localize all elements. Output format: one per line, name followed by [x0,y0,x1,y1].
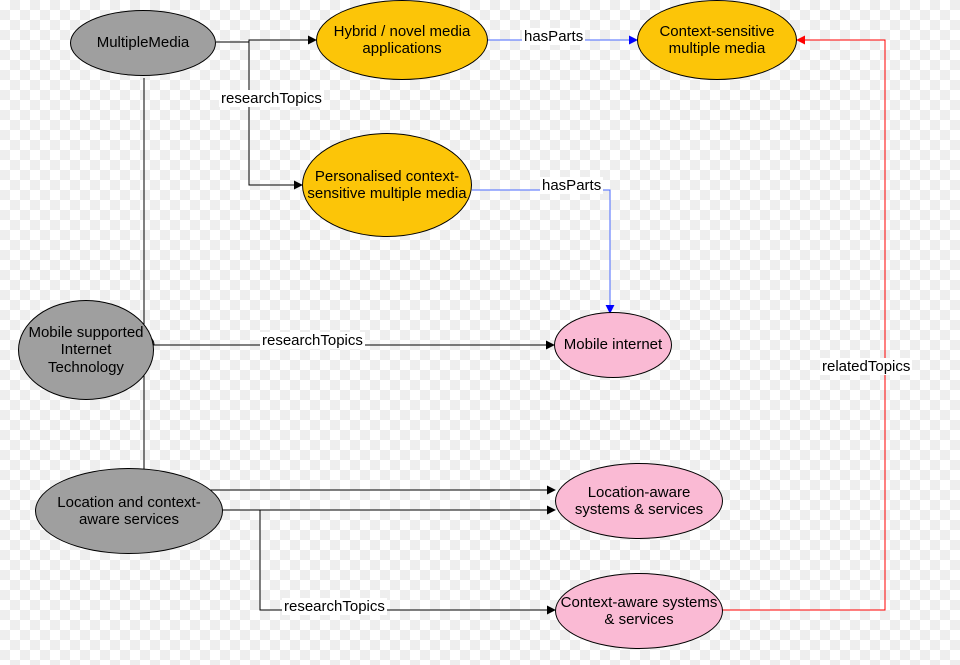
diagram-canvas: MultipleMedia Hybrid / novel media appli… [0,0,960,665]
node-mobile-internet: Mobile internet [554,312,672,378]
node-personalised-context-sensitive-multiple-media: Personalised context-sensitive multiple … [302,133,472,237]
edge-label-has-parts: hasParts [540,177,603,194]
node-label: Context-aware systems & services [560,594,718,629]
node-label: Mobile supported Internet Technology [23,324,149,376]
node-context-aware-systems-and-services: Context-aware systems & services [555,573,723,649]
node-label: MultipleMedia [97,34,190,51]
node-hybrid-novel-media-applications: Hybrid / novel media applications [316,0,488,80]
edge-label-has-parts: hasParts [522,28,585,45]
node-label: Mobile internet [564,336,662,353]
node-label: Context-sensitive multiple media [642,23,792,58]
edge-label-research-topics: researchTopics [260,332,365,349]
node-location-aware-systems-and-services: Location-aware systems & services [555,463,723,539]
node-context-sensitive-multiple-media: Context-sensitive multiple media [637,0,797,80]
node-label: Personalised context-sensitive multiple … [307,168,467,203]
node-label: Hybrid / novel media applications [321,23,483,58]
edge-label-related-topics: relatedTopics [820,358,912,375]
edge-label-research-topics: researchTopics [219,90,324,107]
node-label: Location and context-aware services [40,494,218,529]
edge-label-research-topics: researchTopics [282,598,387,615]
node-label: Location-aware systems & services [560,484,718,519]
node-mobile-supported-internet-technology: Mobile supported Internet Technology [18,300,154,400]
node-location-and-context-aware-services: Location and context-aware services [35,468,223,554]
node-multiple-media: MultipleMedia [70,10,216,76]
